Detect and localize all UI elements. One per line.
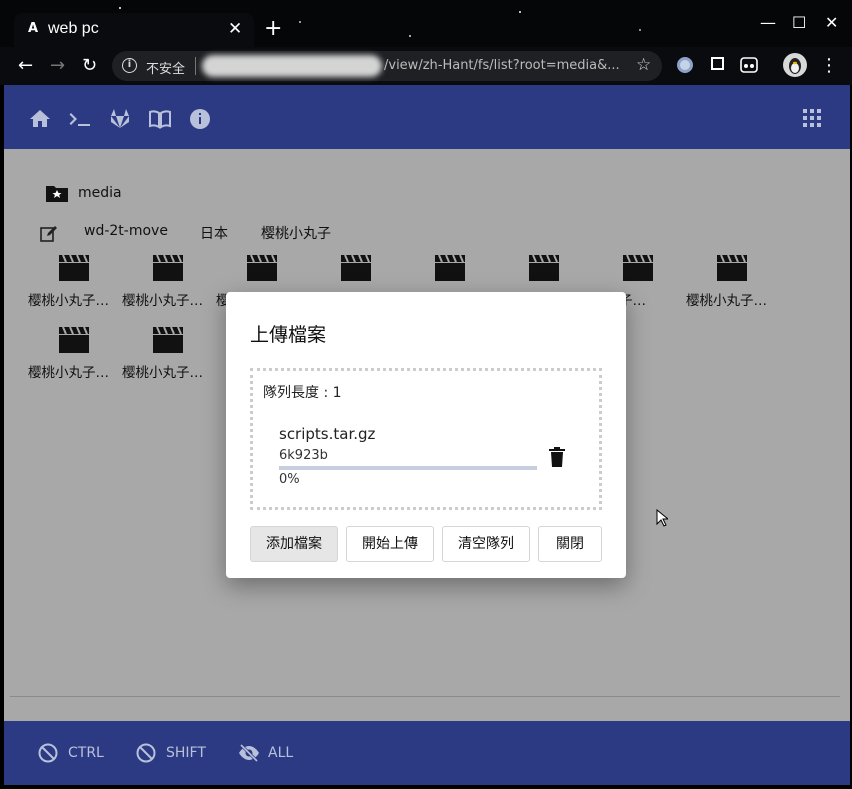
- extension-globe-icon[interactable]: [676, 56, 694, 74]
- queue-item-progress-bar: [279, 466, 537, 470]
- browser-menu-icon[interactable]: ⋮: [820, 55, 838, 77]
- shift-key-label: SHIFT: [166, 745, 206, 761]
- close-window-icon[interactable]: ✕: [825, 14, 838, 32]
- minimize-icon[interactable]: —: [760, 14, 776, 32]
- web-pc-app: media wd-2t-move 日本 樱桃小丸子 樱桃小丸子…樱桃小丸子…樱小…: [4, 85, 850, 785]
- queue-length: 隊列長度 : 1: [263, 385, 342, 401]
- trash-icon[interactable]: [549, 447, 565, 467]
- start-upload-button[interactable]: 開始上傳: [346, 526, 434, 562]
- address-bar[interactable]: i 不安全 /view/zh-Hant/fs/list?root=media&.…: [112, 51, 662, 81]
- all-key-label: ALL: [268, 745, 294, 761]
- browser-window: A web pc ✕ + — ☐ ✕ ← → ↻ i 不安全 /view/zh-…: [0, 0, 852, 789]
- tab-title: web pc: [48, 20, 99, 37]
- queue-item-progress-label: 0%: [279, 472, 300, 487]
- new-tab-icon[interactable]: +: [264, 17, 282, 41]
- reload-icon[interactable]: ↻: [82, 55, 97, 77]
- tab-strip: A web pc ✕ + — ☐ ✕: [0, 0, 852, 47]
- dialog-title: 上傳檔案: [250, 324, 327, 346]
- queue-item-size: 6k923b: [279, 448, 328, 463]
- modifier-key-bar: CTRL SHIFT ALL: [4, 721, 850, 785]
- modal-backdrop: 上傳檔案 隊列長度 : 1 scripts.tar.gz 6k923b 0% 添…: [4, 85, 850, 785]
- tab-favicon-icon: A: [27, 21, 39, 36]
- clear-queue-button[interactable]: 清空隊列: [442, 526, 530, 562]
- extension-robot-icon[interactable]: [740, 56, 758, 74]
- upload-dropzone[interactable]: 隊列長度 : 1 scripts.tar.gz 6k923b 0%: [250, 368, 602, 510]
- add-files-button[interactable]: 添加檔案: [250, 526, 338, 562]
- visibility-off-icon: [239, 743, 259, 763]
- extension-square-icon[interactable]: [710, 56, 726, 72]
- close-dialog-button[interactable]: 關閉: [538, 526, 602, 562]
- redacted-host: [202, 55, 382, 77]
- maximize-icon[interactable]: ☐: [792, 14, 806, 32]
- profile-avatar-icon[interactable]: [782, 52, 808, 78]
- browser-toolbar: ← → ↻ i 不安全 /view/zh-Hant/fs/list?root=m…: [0, 47, 852, 85]
- block-icon: [136, 743, 156, 763]
- bookmark-star-icon[interactable]: ☆: [636, 55, 651, 75]
- tab-close-icon[interactable]: ✕: [228, 19, 242, 39]
- browser-tab[interactable]: A web pc ✕: [14, 13, 254, 47]
- ctrl-key-label: CTRL: [68, 745, 104, 761]
- back-icon[interactable]: ←: [18, 55, 33, 77]
- block-icon: [38, 743, 58, 763]
- security-label: 不安全: [146, 62, 186, 77]
- queue-item-name: scripts.tar.gz: [279, 425, 376, 443]
- mouse-cursor-icon: [656, 509, 668, 527]
- upload-dialog: 上傳檔案 隊列長度 : 1 scripts.tar.gz 6k923b 0% 添…: [226, 292, 626, 578]
- url-text: /view/zh-Hant/fs/list?root=media&...: [384, 58, 620, 73]
- omnibox-divider: [195, 57, 196, 75]
- forward-icon[interactable]: →: [50, 55, 65, 77]
- site-info-icon[interactable]: i: [122, 58, 137, 73]
